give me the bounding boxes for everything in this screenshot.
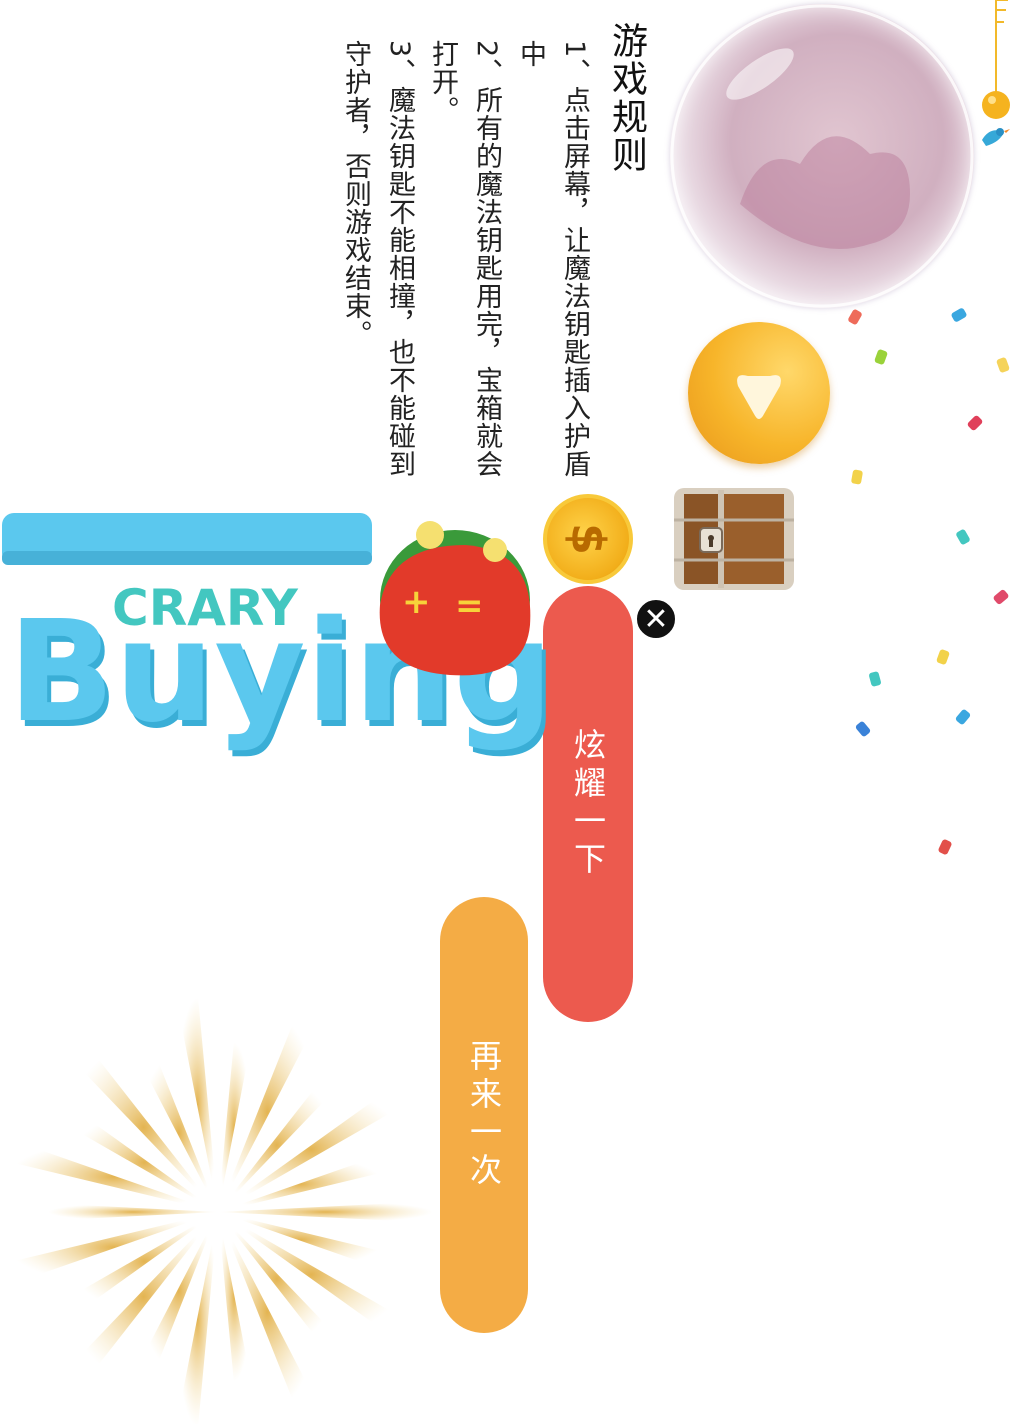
bubble-icon: [670, 4, 974, 308]
confetti: [847, 308, 863, 326]
confetti: [868, 670, 882, 688]
confetti: [873, 348, 889, 366]
play-button[interactable]: [688, 322, 830, 464]
key-icon: [982, 0, 1010, 146]
play-again-button[interactable]: 再来一次: [440, 897, 528, 1333]
confetti: [854, 720, 872, 738]
confetti: [950, 307, 968, 323]
sunburst-ray: [176, 997, 218, 1212]
confetti: [954, 708, 972, 726]
treasure-chest-icon: [674, 488, 794, 590]
crary-buying-logo: CRARY Buying Buying + =: [2, 513, 558, 760]
sunburst-ray: [48, 1203, 218, 1221]
svg-text:+: +: [402, 582, 431, 622]
wallet-icon: + =: [379, 521, 531, 676]
rule-item-1: 1、点击屏幕，让魔法钥匙插入护盾中: [515, 40, 590, 479]
rule-item-3: 3、魔法钥匙不能相撞，也不能碰到守护者，否则游戏结束。: [340, 40, 415, 479]
play-icon: [737, 375, 781, 419]
sunburst-ray: [218, 1212, 251, 1382]
confetti: [955, 528, 971, 546]
confetti: [992, 588, 1010, 606]
coin-symbol: $: [560, 522, 615, 556]
sunburst-ray: [218, 1042, 251, 1212]
sunburst-icon: [8, 997, 433, 1424]
close-button[interactable]: ✕: [634, 597, 678, 641]
confetti: [935, 648, 951, 666]
confetti: [966, 414, 984, 432]
close-icon: ✕: [643, 601, 669, 637]
confetti: [850, 469, 864, 485]
sunburst-ray: [218, 1201, 433, 1223]
rule-item-2: 2、所有的魔法钥匙用完，宝箱就会打开。: [427, 40, 502, 479]
confetti: [995, 356, 1011, 374]
confetti: [937, 838, 953, 856]
rules-title: 游戏规则: [606, 22, 647, 174]
svg-text:=: =: [455, 586, 484, 626]
bird-icon: [982, 128, 1010, 146]
sunburst-ray: [176, 1212, 218, 1424]
